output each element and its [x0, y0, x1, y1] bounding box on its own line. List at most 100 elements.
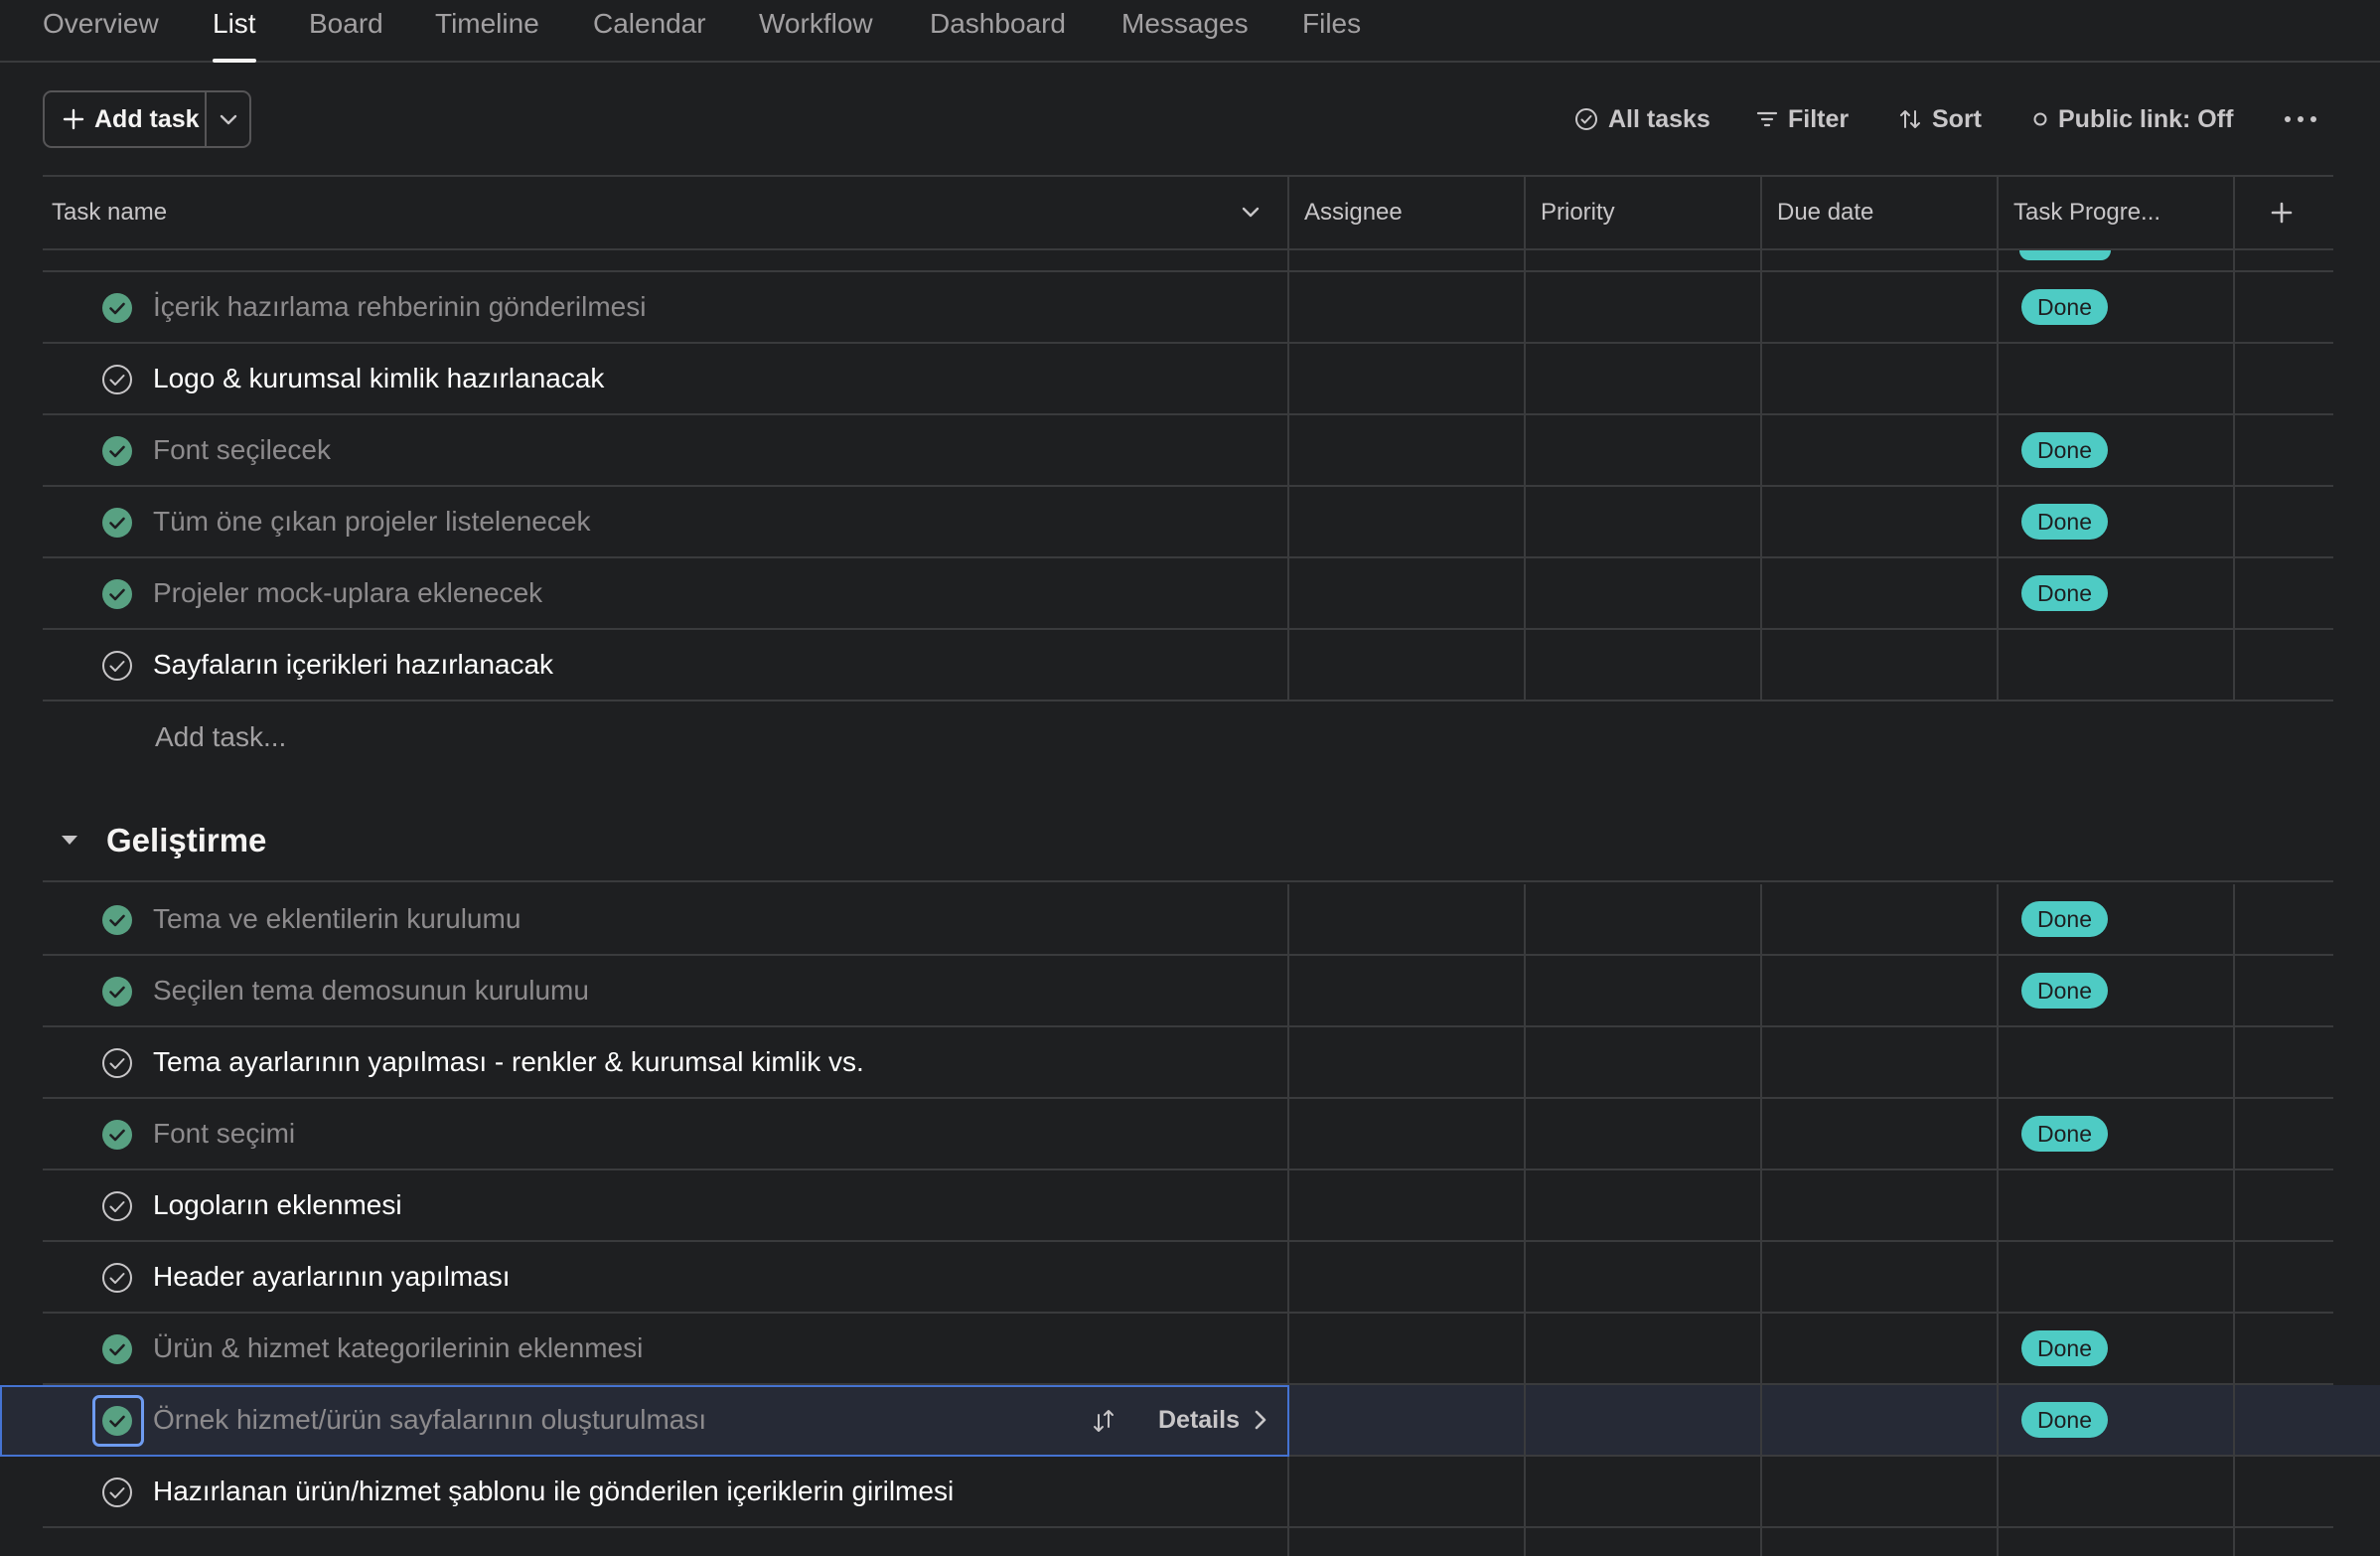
task-checkbox[interactable]	[101, 976, 133, 1008]
due-date-cell[interactable]	[1762, 1385, 1997, 1455]
priority-cell[interactable]	[1526, 956, 1760, 1025]
priority-cell[interactable]	[1526, 1457, 1760, 1526]
assignee-cell[interactable]	[1289, 1242, 1524, 1312]
assignee-cell[interactable]	[1289, 558, 1524, 628]
due-date-cell[interactable]	[1762, 630, 1997, 700]
task-row[interactable]: Tema ve eklentilerin kurulumu Done	[43, 884, 2333, 956]
task-name[interactable]: Font seçilecek	[153, 415, 331, 485]
column-assignee[interactable]: Assignee	[1304, 177, 1403, 248]
sort-button[interactable]: Sort	[1898, 99, 1982, 139]
column-priority[interactable]: Priority	[1541, 177, 1615, 248]
due-date-cell[interactable]	[1762, 558, 1997, 628]
task-name[interactable]: Tüm öne çıkan projeler listelenecek	[153, 487, 590, 556]
task-name[interactable]: Tema ve eklentilerin kurulumu	[153, 884, 521, 954]
check-complete-icon[interactable]	[101, 507, 133, 539]
check-complete-icon[interactable]	[101, 904, 133, 936]
status-badge[interactable]: Done	[2021, 432, 2108, 468]
tab-files[interactable]: Files	[1302, 8, 1361, 63]
task-checkbox[interactable]	[101, 1333, 133, 1365]
status-badge[interactable]: Done	[2021, 575, 2108, 611]
assignee-cell[interactable]	[1289, 1027, 1524, 1097]
add-task-inline-button[interactable]: Add task...	[155, 717, 286, 757]
assignee-cell[interactable]	[1289, 884, 1524, 954]
task-row[interactable]: Sayfaların içerikleri hazırlanacak	[43, 630, 2333, 701]
assignee-cell[interactable]	[1289, 415, 1524, 485]
status-badge[interactable]: Done	[2021, 1402, 2108, 1438]
assignee-cell[interactable]	[1289, 1457, 1524, 1526]
status-badge[interactable]: Done	[2021, 1116, 2108, 1152]
task-row[interactable]: Logo & kurumsal kimlik hazırlanacak	[43, 344, 2333, 415]
check-incomplete-icon[interactable]	[101, 1477, 133, 1508]
task-checkbox[interactable]	[101, 1262, 133, 1294]
task-name[interactable]: Projeler mock-uplara eklenecek	[153, 558, 542, 628]
check-incomplete-icon[interactable]	[101, 650, 133, 682]
task-checkbox[interactable]	[101, 507, 133, 539]
details-button[interactable]: Details	[1158, 1385, 1267, 1455]
task-checkbox[interactable]	[101, 292, 133, 324]
check-complete-icon[interactable]	[101, 578, 133, 610]
check-incomplete-icon[interactable]	[101, 364, 133, 395]
priority-cell[interactable]	[1526, 1385, 1760, 1455]
task-name[interactable]: Logoların eklenmesi	[153, 1170, 402, 1240]
caret-down-icon[interactable]	[59, 829, 80, 851]
check-incomplete-icon[interactable]	[101, 1190, 133, 1222]
due-date-cell[interactable]	[1762, 956, 1997, 1025]
task-checkbox[interactable]	[101, 578, 133, 610]
priority-cell[interactable]	[1526, 884, 1760, 954]
priority-cell[interactable]	[1526, 487, 1760, 556]
check-complete-icon[interactable]	[101, 1119, 133, 1151]
priority-cell[interactable]	[1526, 1242, 1760, 1312]
task-row[interactable]: Projeler mock-uplara eklenecek Done	[43, 558, 2333, 630]
due-date-cell[interactable]	[1762, 1457, 1997, 1526]
column-divider[interactable]	[1524, 177, 1526, 248]
task-row[interactable]: Hazırlanan ürün/hizmet şablonu ile gönde…	[43, 1457, 2333, 1528]
assignee-cell[interactable]	[1289, 1385, 1524, 1455]
column-divider[interactable]	[2233, 177, 2235, 248]
tab-timeline[interactable]: Timeline	[435, 8, 539, 63]
assignee-cell[interactable]	[1289, 1170, 1524, 1240]
tab-list[interactable]: List	[213, 8, 256, 63]
priority-cell[interactable]	[1526, 415, 1760, 485]
task-name[interactable]: Tema ayarlarının yapılması - renkler & k…	[153, 1027, 864, 1097]
due-date-cell[interactable]	[1762, 487, 1997, 556]
priority-cell[interactable]	[1526, 1027, 1760, 1097]
add-task-dropdown-button[interactable]	[207, 92, 249, 146]
priority-cell[interactable]	[1526, 1170, 1760, 1240]
assignee-cell[interactable]	[1289, 630, 1524, 700]
status-badge[interactable]: Done	[2021, 901, 2108, 937]
task-row[interactable]: İçerik hazırlama rehberinin gönderilmesi…	[43, 272, 2333, 344]
due-date-cell[interactable]	[1762, 1027, 1997, 1097]
task-checkbox[interactable]	[101, 650, 133, 682]
column-divider[interactable]	[1287, 177, 1289, 248]
priority-cell[interactable]	[1526, 630, 1760, 700]
task-name[interactable]: Font seçimi	[153, 1099, 295, 1168]
priority-cell[interactable]	[1526, 1099, 1760, 1168]
tab-workflow[interactable]: Workflow	[759, 8, 873, 63]
task-row[interactable]: Font seçimi Done	[43, 1099, 2333, 1170]
task-name[interactable]: Sayfaların içerikleri hazırlanacak	[153, 630, 553, 700]
due-date-cell[interactable]	[1762, 1099, 1997, 1168]
assignee-cell[interactable]	[1289, 1099, 1524, 1168]
due-date-cell[interactable]	[1762, 1242, 1997, 1312]
task-checkbox[interactable]	[101, 1119, 133, 1151]
task-name[interactable]: Ürün & hizmet kategorilerinin eklenmesi	[153, 1314, 643, 1383]
task-checkbox[interactable]	[101, 904, 133, 936]
status-badge[interactable]: Done	[2021, 289, 2108, 325]
assignee-cell[interactable]	[1289, 272, 1524, 342]
column-divider[interactable]	[1997, 177, 1999, 248]
priority-cell[interactable]	[1526, 344, 1760, 413]
task-row[interactable]: Örnek hizmet/ürün sayfalarının oluşturul…	[0, 1385, 2380, 1457]
check-complete-icon[interactable]	[101, 435, 133, 467]
column-task-name[interactable]: Task name	[52, 177, 167, 248]
task-name[interactable]: Header ayarlarının yapılması	[153, 1242, 511, 1312]
check-complete-icon[interactable]	[101, 1333, 133, 1365]
task-row[interactable]: Font seçilecek Done	[43, 415, 2333, 487]
task-name[interactable]: Seçilen tema demosunun kurulumu	[153, 956, 589, 1025]
task-checkbox[interactable]	[101, 1047, 133, 1079]
tab-messages[interactable]: Messages	[1121, 8, 1249, 63]
more-options-button[interactable]	[2281, 103, 2320, 135]
public-link-button[interactable]: Public link: Off	[2032, 99, 2233, 139]
dependency-icon[interactable]	[1089, 1405, 1120, 1437]
task-name[interactable]: Örnek hizmet/ürün sayfalarının oluşturul…	[153, 1385, 706, 1455]
assignee-cell[interactable]	[1289, 956, 1524, 1025]
